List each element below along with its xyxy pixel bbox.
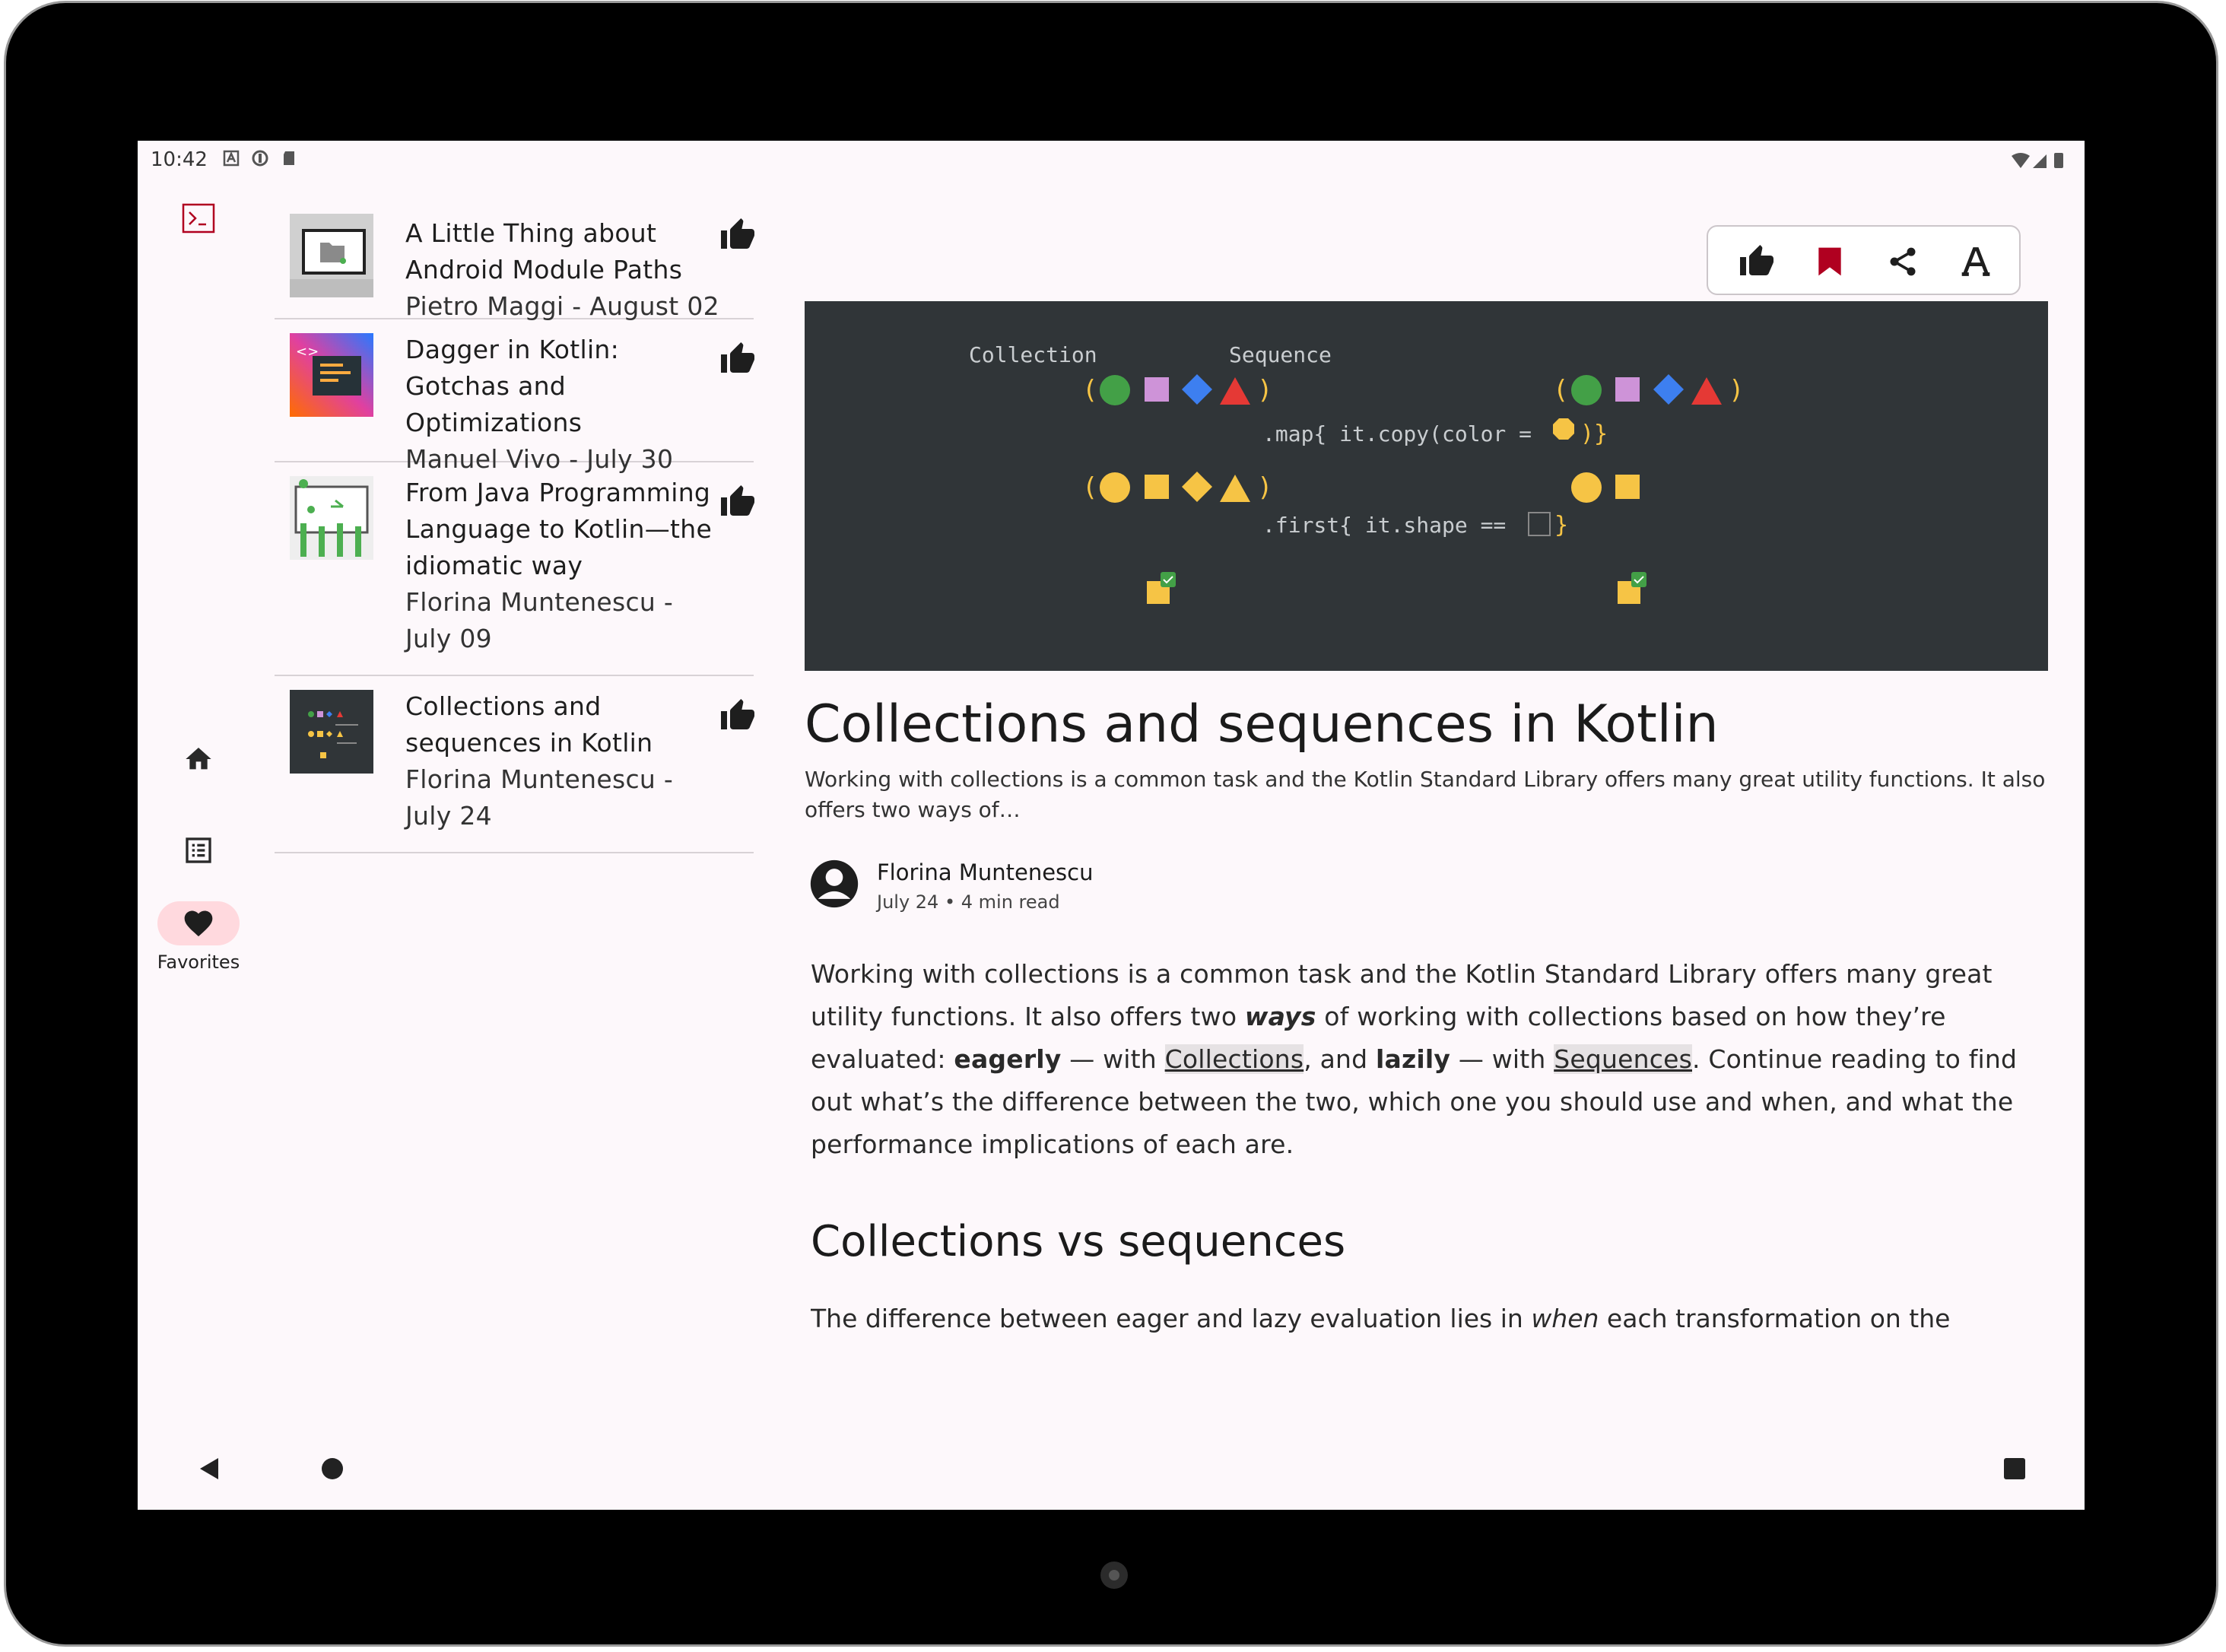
- list-item[interactable]: <> Dagger in Kotlin: Gotchas and Optimiz…: [275, 318, 756, 474]
- article-summary: Working with collections is a common tas…: [805, 767, 2046, 822]
- list-icon: [186, 837, 211, 863]
- section-heading: Collections vs sequences: [811, 1217, 1346, 1266]
- font-size-icon: [1961, 247, 1990, 276]
- like-button[interactable]: [1737, 242, 1777, 281]
- home-icon: [186, 748, 211, 770]
- screen: 10:42 Favorites A Little Thing about And…: [138, 141, 2085, 1510]
- article-thumbnail: [290, 476, 373, 560]
- text-settings-button[interactable]: [1956, 242, 1996, 281]
- text: The difference between eager and lazy ev…: [811, 1304, 1532, 1333]
- text: each transformation on the: [1599, 1304, 1951, 1333]
- text-bold: eagerly: [954, 1044, 1062, 1074]
- keyboard-notification-icon: [223, 150, 240, 167]
- article-title: From Java Programming Language to Kotlin…: [405, 478, 713, 580]
- heart-icon: [184, 910, 213, 937]
- text-italic: when: [1531, 1304, 1599, 1333]
- signal-icon: [2033, 154, 2047, 168]
- app-logo-icon[interactable]: [182, 203, 215, 234]
- hero-first-code: .first{ it.shape ==: [1262, 513, 1506, 538]
- sequences-link[interactable]: Sequences: [1554, 1044, 1692, 1074]
- battery-icon: [2054, 153, 2063, 168]
- share-icon: [1890, 247, 1916, 276]
- article-thumbnail: <>: [290, 333, 373, 417]
- status-time: 10:42: [151, 148, 208, 171]
- hero-label-collection: Collection: [969, 342, 1097, 367]
- article-thumbnail: [290, 214, 373, 297]
- article-title: Collections and sequences in Kotlin: [805, 694, 1719, 755]
- article-hero-image: Collection Sequence ( ) ( ) .map{ it.cop…: [805, 301, 2048, 671]
- article-title: Collections and sequences in Kotlin: [405, 691, 653, 758]
- home-circle-icon[interactable]: [317, 1453, 348, 1484]
- nav-favorites-label: Favorites: [157, 951, 240, 973]
- bookmark-button[interactable]: [1810, 242, 1850, 281]
- article-thumbnail: [290, 690, 373, 774]
- svg-text:}: }: [1554, 512, 1568, 538]
- svg-text:): ): [1257, 375, 1272, 405]
- text: — with: [1061, 1044, 1165, 1074]
- wifi-icon: [2012, 153, 2030, 168]
- list-item[interactable]: A Little Thing about Android Module Path…: [275, 202, 756, 321]
- svg-text:): ): [1729, 375, 1744, 405]
- bookmark-icon: [1818, 247, 1841, 276]
- svg-text:(: (: [1082, 472, 1097, 503]
- collections-link[interactable]: Collections: [1164, 1044, 1304, 1074]
- article-action-toolbar: [1707, 225, 2021, 295]
- recents-icon[interactable]: [1999, 1453, 2030, 1484]
- nav-favorites[interactable]: [157, 901, 240, 945]
- svg-text:(: (: [1553, 375, 1568, 405]
- svg-text:)}: )}: [1580, 421, 1608, 447]
- text-emphasis: ways: [1244, 1002, 1316, 1031]
- author-meta: July 24 • 4 min read: [877, 891, 1060, 913]
- thumb-up-icon[interactable]: [719, 217, 756, 253]
- hero-label-sequence: Sequence: [1229, 342, 1332, 367]
- sd-card-icon: [284, 151, 294, 165]
- text-bold: lazily: [1376, 1044, 1451, 1074]
- article-title: Dagger in Kotlin: Gotchas and Optimizati…: [405, 335, 620, 437]
- hero-map-code: .map{ it.copy(color =: [1262, 421, 1532, 446]
- status-bar: 10:42: [138, 141, 2085, 179]
- system-navigation-bar: [138, 1426, 2085, 1510]
- article-meta: Florina Muntenescu - July 24: [405, 764, 674, 831]
- article-paragraph-2: The difference between eager and lazy ev…: [811, 1302, 2035, 1333]
- article-title: A Little Thing about Android Module Path…: [405, 218, 683, 284]
- sync-notification-icon: [252, 150, 268, 167]
- thumb-up-icon: [1740, 245, 1773, 275]
- nav-list[interactable]: [157, 828, 240, 872]
- article-paragraph: Working with collections is a common tas…: [811, 953, 2035, 1166]
- list-item[interactable]: From Java Programming Language to Kotlin…: [275, 461, 754, 676]
- svg-text:<>: <>: [296, 344, 319, 360]
- thumb-up-icon[interactable]: [719, 484, 756, 520]
- article-meta: Florina Muntenescu - July 09: [405, 587, 674, 653]
- svg-text:): ): [1257, 472, 1272, 503]
- svg-text:(: (: [1082, 375, 1097, 405]
- front-camera: [1100, 1561, 1128, 1589]
- thumb-up-icon[interactable]: [719, 697, 756, 734]
- thumb-up-icon[interactable]: [719, 341, 756, 377]
- text: — with: [1450, 1044, 1554, 1074]
- system-status-icons: [2012, 153, 2063, 168]
- back-icon[interactable]: [194, 1453, 224, 1484]
- author-name: Florina Muntenescu: [877, 859, 1094, 885]
- nav-home[interactable]: [157, 737, 240, 781]
- author-avatar-icon: [810, 859, 859, 908]
- list-item[interactable]: Collections and sequences in Kotlin Flor…: [275, 675, 754, 853]
- text: , and: [1304, 1044, 1376, 1074]
- share-button[interactable]: [1883, 242, 1923, 281]
